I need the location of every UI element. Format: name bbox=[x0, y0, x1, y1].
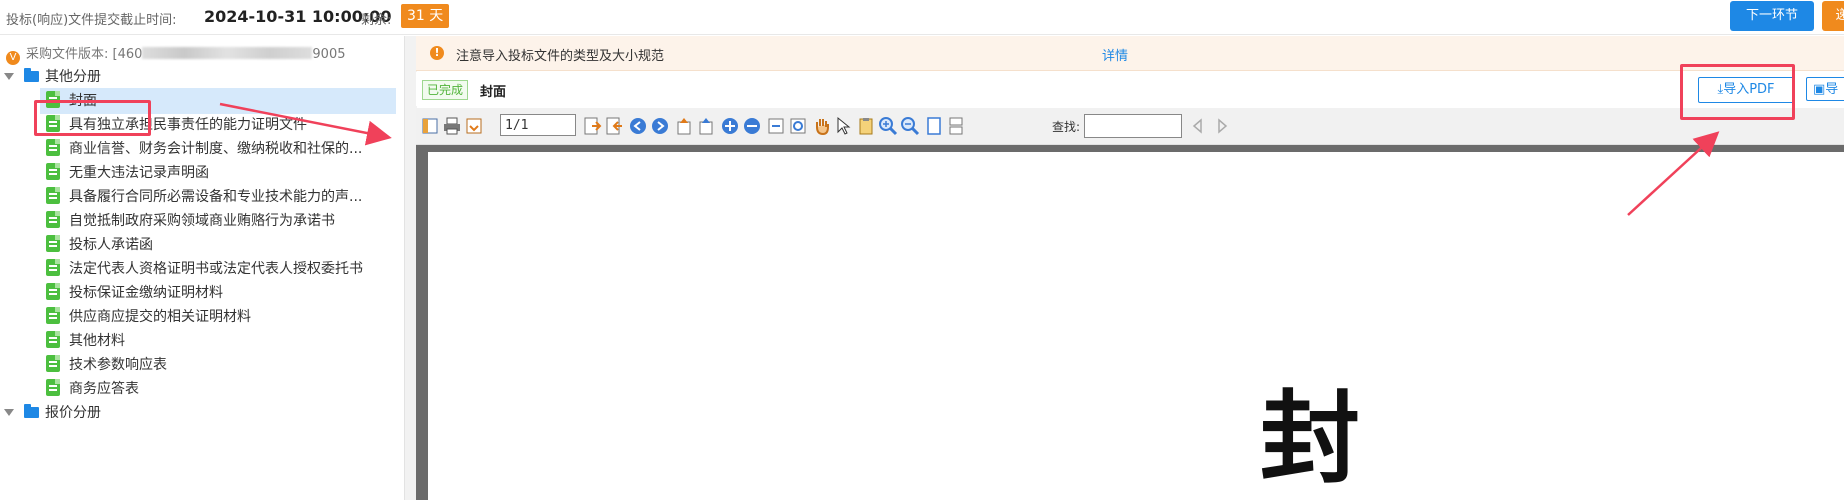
annotation-arrow-tree bbox=[219, 102, 392, 146]
annotation-arrows bbox=[219, 102, 1720, 216]
annotation-arrow-import bbox=[1627, 131, 1720, 216]
